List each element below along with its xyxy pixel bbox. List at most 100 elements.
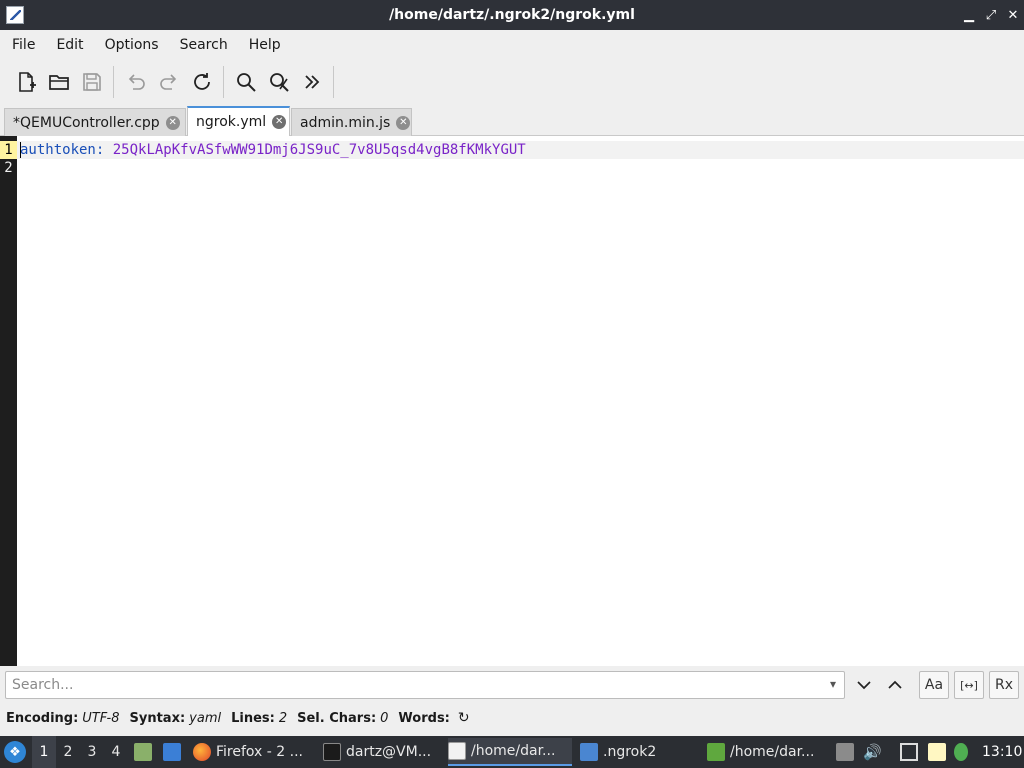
menu-options[interactable]: Options — [93, 37, 168, 53]
tab-label: ngrok.yml — [196, 114, 267, 130]
update-notifier-icon[interactable] — [954, 743, 968, 761]
new-file-button[interactable] — [9, 66, 42, 98]
search-bar: ▾ Aa [↔] Rx — [0, 666, 1024, 704]
chevron-down-icon — [857, 681, 871, 690]
tab-close-icon[interactable]: ✕ — [165, 115, 180, 130]
task-label: dartz@VM... — [346, 744, 432, 760]
yaml-value: 25QkLApKfvASfwWW91Dmj6JS9uC_7v8U5qsd4vgB… — [104, 142, 526, 158]
find-next-button[interactable] — [849, 671, 879, 699]
featherpad-icon — [448, 742, 466, 760]
menu-bar: File Edit Options Search Help — [0, 30, 1024, 60]
lines-label: Lines: — [231, 710, 275, 726]
folder-icon — [580, 743, 598, 761]
sel-chars-label: Sel. Chars: — [297, 710, 377, 726]
task-featherpad[interactable]: /home/dar... — [448, 738, 572, 766]
yaml-key: authtoken: — [20, 142, 105, 158]
words-label: Words: — [398, 710, 450, 726]
tab-qemucontroller[interactable]: *QEMUController.cpp ✕ — [4, 108, 186, 136]
window-title: /home/dartz/.ngrok2/ngrok.yml — [389, 7, 635, 23]
search-input[interactable] — [5, 671, 845, 699]
menu-search[interactable]: Search — [168, 37, 237, 53]
toolbar — [0, 62, 1024, 102]
notes-icon[interactable] — [928, 743, 946, 761]
syntax-label: Syntax: — [129, 710, 186, 726]
workspace-2[interactable]: 2 — [56, 736, 80, 768]
sel-chars-value: 0 — [380, 710, 389, 726]
clipboard-tray-icon[interactable] — [836, 743, 854, 761]
menu-file[interactable]: File — [0, 37, 44, 53]
volume-icon[interactable]: 🔊 — [863, 743, 882, 761]
chevron-double-right-icon — [304, 75, 319, 89]
line-number: 1 — [0, 141, 17, 159]
redo-button[interactable] — [152, 66, 185, 98]
line-number-gutter: 1 2 — [0, 136, 17, 666]
task-terminal[interactable]: dartz@VM... — [323, 738, 441, 766]
new-file-icon — [18, 72, 36, 92]
save-icon — [82, 73, 101, 91]
task-folder[interactable]: .ngrok2 — [580, 738, 698, 766]
menu-help[interactable]: Help — [237, 37, 290, 53]
find-replace-icon — [269, 73, 289, 92]
regex-button[interactable]: Rx — [989, 671, 1019, 699]
task-firefox[interactable]: Firefox - 2 ... — [193, 738, 313, 766]
encoding-label: Encoding: — [6, 710, 79, 726]
toolbar-separator — [113, 66, 114, 98]
menu-edit[interactable]: Edit — [44, 37, 92, 53]
task-label: .ngrok2 — [603, 744, 657, 760]
editor-window: /home/dartz/.ngrok2/ngrok.yml ▁ ⤢ ✕ File… — [0, 0, 1024, 768]
chevron-up-icon — [888, 680, 902, 689]
reload-button[interactable] — [185, 66, 218, 98]
toolbar-separator — [333, 66, 334, 98]
text-editor-icon — [707, 743, 725, 761]
workspace-3[interactable]: 3 — [80, 736, 104, 768]
tab-ngrok-yml[interactable]: ngrok.yml ✕ — [187, 106, 290, 136]
firefox-icon — [193, 743, 211, 761]
open-folder-icon — [48, 75, 69, 90]
reload-icon — [193, 73, 210, 90]
workspace-1[interactable]: 1 — [32, 736, 56, 768]
tab-label: *QEMUController.cpp — [13, 114, 160, 131]
start-menu-icon[interactable]: ❖ — [4, 741, 26, 763]
task-editor-2[interactable]: /home/dar... — [707, 738, 825, 766]
find-replace-button[interactable] — [262, 66, 295, 98]
more-button[interactable] — [295, 66, 328, 98]
minimize-icon[interactable]: ▁ — [958, 5, 980, 25]
code-line[interactable]: authtoken: 25QkLApKfvASfwWW91Dmj6JS9uC_7… — [20, 141, 526, 159]
text-editor[interactable]: 1 2 authtoken: 25QkLApKfvASfwWW91Dmj6JS9… — [0, 136, 1024, 666]
window-controls: ▁ ⤢ ✕ — [958, 5, 1024, 25]
open-file-button[interactable] — [42, 66, 75, 98]
desktop-launcher-icon[interactable] — [163, 743, 181, 761]
find-button[interactable] — [229, 66, 262, 98]
tab-close-icon[interactable]: ✕ — [272, 115, 287, 129]
undo-button[interactable] — [119, 66, 152, 98]
find-previous-button[interactable] — [880, 671, 910, 699]
file-manager-launcher-icon[interactable] — [134, 743, 152, 761]
tab-admin-min-js[interactable]: admin.min.js ✕ — [291, 108, 412, 136]
taskbar: ❖ 1 2 3 4 Firefox - 2 ... dartz@VM... /h… — [0, 736, 1024, 768]
toolbar-separator — [223, 66, 224, 98]
lines-value: 2 — [278, 710, 288, 726]
maximize-icon[interactable]: ⤢ — [980, 5, 1002, 25]
task-label: /home/dar... — [730, 744, 815, 760]
find-icon — [236, 73, 256, 92]
tab-bar: *QEMUController.cpp ✕ ngrok.yml ✕ admin.… — [0, 106, 1024, 136]
status-bar: Encoding: UTF-8 Syntax: yaml Lines: 2 Se… — [0, 706, 1024, 730]
chevron-down-icon[interactable]: ▾ — [826, 676, 840, 692]
tab-close-icon[interactable]: ✕ — [396, 115, 411, 130]
syntax-value: yaml — [189, 710, 222, 726]
line-number: 2 — [4, 160, 13, 176]
close-icon[interactable]: ✕ — [1002, 5, 1024, 25]
workspace-4[interactable]: 4 — [104, 736, 128, 768]
match-case-button[interactable]: Aa — [919, 671, 949, 699]
whole-word-button[interactable]: [↔] — [954, 671, 984, 699]
clock[interactable]: 13:10 — [982, 736, 1022, 768]
task-label: /home/dar... — [471, 743, 556, 759]
redo-icon — [159, 74, 176, 90]
refresh-words-icon[interactable]: ↻ — [458, 710, 470, 726]
terminal-icon — [323, 743, 341, 761]
task-label: Firefox - 2 ... — [216, 744, 303, 760]
save-button[interactable] — [75, 66, 108, 98]
encoding-value: UTF-8 — [82, 710, 120, 726]
network-icon[interactable] — [900, 743, 918, 761]
featherpad-app-icon[interactable] — [6, 6, 24, 24]
